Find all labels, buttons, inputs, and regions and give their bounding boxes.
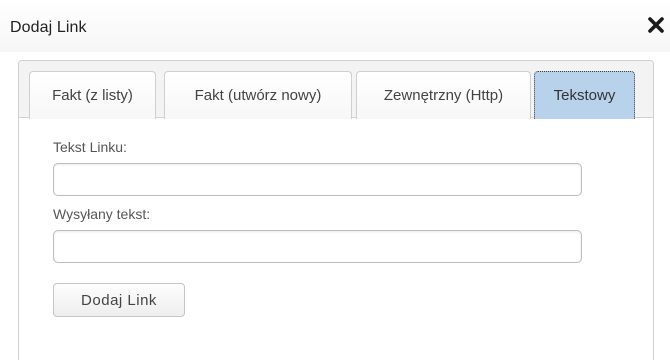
add-link-button[interactable]: Dodaj Link	[53, 283, 185, 317]
tab-panel: Fakt (z listy) Fakt (utwórz nowy) Zewnęt…	[18, 60, 654, 360]
tab-fact-create-new[interactable]: Fakt (utwórz nowy)	[164, 71, 352, 119]
tab-label: Tekstowy	[553, 87, 616, 104]
tab-strip: Fakt (z listy) Fakt (utwórz nowy) Zewnęt…	[19, 61, 653, 119]
sent-text-label: Wysyłany tekst:	[53, 206, 151, 222]
tab-label: Fakt (utwórz nowy)	[194, 87, 322, 104]
close-icon[interactable]	[645, 14, 667, 36]
link-text-input[interactable]	[53, 163, 582, 196]
sent-text-input[interactable]	[53, 230, 582, 263]
tab-text[interactable]: Tekstowy	[534, 71, 635, 119]
dialog-title: Dodaj Link	[10, 19, 87, 36]
link-text-label: Tekst Linku:	[53, 139, 127, 155]
add-link-dialog: Dodaj Link Fakt (z listy) Fakt (utwórz n…	[0, 0, 670, 360]
tab-label: Fakt (z listy)	[52, 87, 133, 104]
tab-label: Zewnętrzny (Http)	[383, 87, 504, 104]
tab-fact-from-list[interactable]: Fakt (z listy)	[29, 71, 156, 119]
tab-external-http[interactable]: Zewnętrzny (Http)	[356, 71, 531, 119]
dialog-titlebar: Dodaj Link	[0, 0, 670, 52]
